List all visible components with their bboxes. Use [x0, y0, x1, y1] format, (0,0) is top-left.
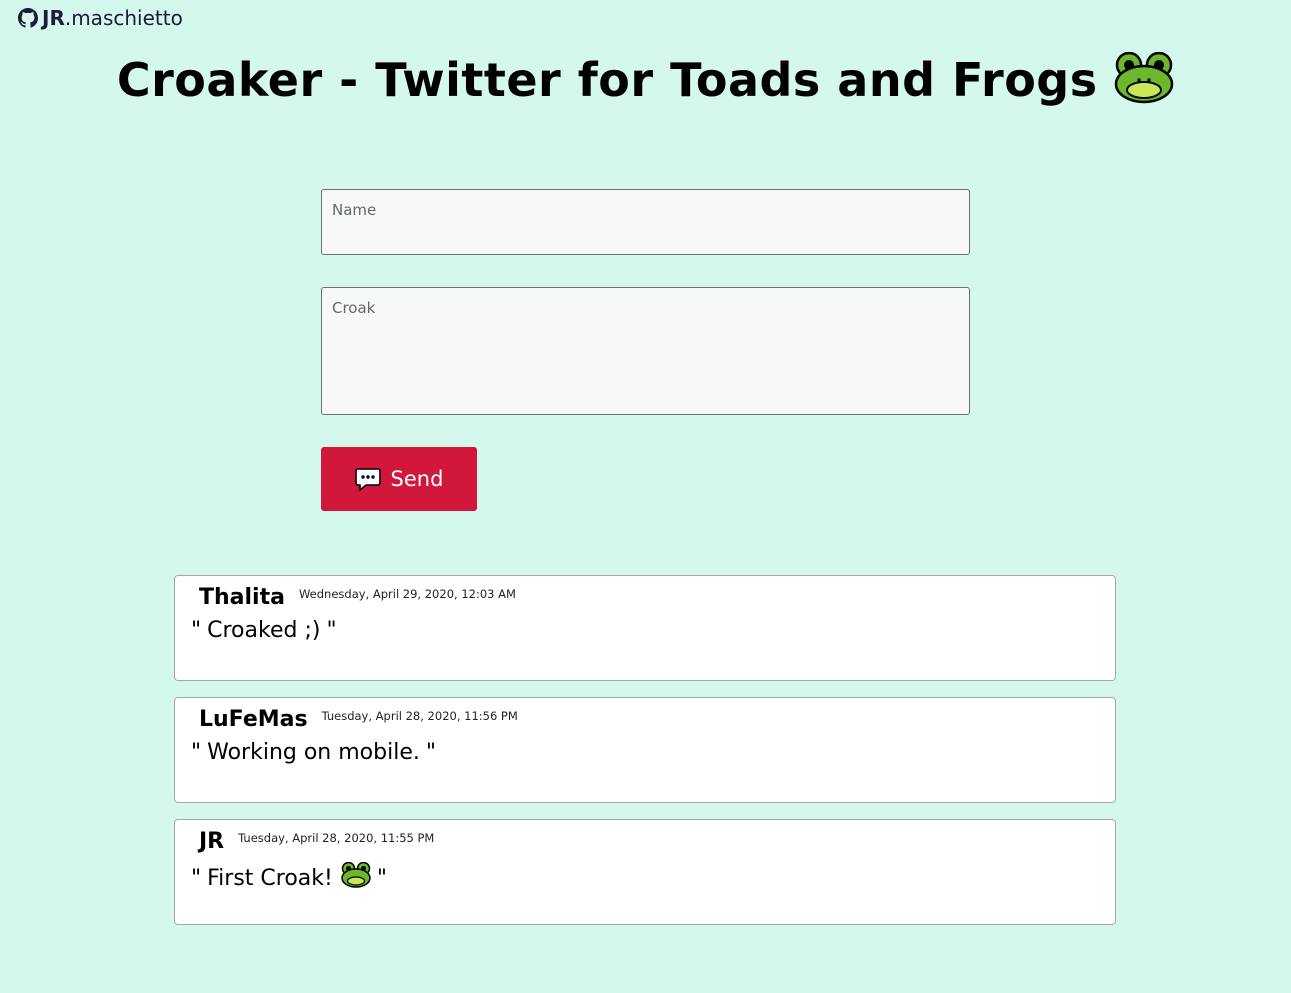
post-date: Wednesday, April 29, 2020, 12:03 AM	[298, 587, 516, 601]
post-body: " First Croak! "	[191, 861, 387, 894]
close-quote: "	[326, 618, 337, 643]
page-title-text: Croaker - Twitter for Toads and Frogs	[116, 53, 1098, 107]
open-quote: "	[191, 865, 202, 891]
post-author: Thalita	[199, 585, 285, 610]
post-text: First Croak!	[207, 865, 333, 891]
croak-placeholder: Croak	[332, 299, 376, 317]
send-label: Send	[390, 467, 444, 491]
open-quote: "	[191, 740, 202, 765]
post-body: " Croaked ;) "	[191, 618, 337, 643]
speech-bubble-icon	[354, 467, 381, 492]
name-input[interactable]: Name	[321, 189, 970, 255]
croak-form: Name Croak Send	[321, 189, 970, 511]
post-author: LuFeMas	[199, 707, 308, 732]
post-text: Croaked ;)	[207, 618, 321, 643]
post-author: JR	[199, 829, 225, 854]
open-quote: "	[191, 618, 202, 643]
close-quote: "	[376, 865, 387, 891]
page-title: Croaker - Twitter for Toads and Frogs	[0, 51, 1291, 115]
brand-name: .maschietto	[64, 6, 183, 30]
croak-post: LuFeMas Tuesday, April 28, 2020, 11:56 P…	[174, 697, 1116, 803]
send-button[interactable]: Send	[321, 447, 477, 511]
croak-textarea[interactable]: Croak	[321, 287, 970, 415]
croak-post: JR Tuesday, April 28, 2020, 11:55 PM " F…	[174, 819, 1116, 925]
frog-face-icon	[1114, 51, 1174, 115]
brand-initials: JR	[42, 6, 65, 30]
name-placeholder: Name	[332, 201, 377, 219]
close-quote: "	[425, 740, 436, 765]
post-body: " Working on mobile. "	[191, 740, 436, 765]
post-date: Tuesday, April 28, 2020, 11:55 PM	[238, 831, 435, 845]
frog-face-icon	[341, 861, 371, 894]
post-text: Working on mobile.	[207, 740, 420, 765]
croak-post: Thalita Wednesday, April 29, 2020, 12:03…	[174, 575, 1116, 681]
croak-feed: Thalita Wednesday, April 29, 2020, 12:03…	[174, 575, 1116, 941]
brand-link[interactable]: JR.maschietto	[18, 6, 183, 30]
post-date: Tuesday, April 28, 2020, 11:56 PM	[321, 709, 518, 723]
github-icon	[18, 8, 38, 28]
